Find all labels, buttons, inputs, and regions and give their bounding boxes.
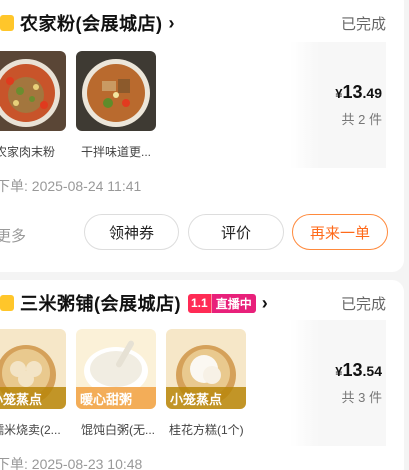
item-image[interactable] [0,51,66,131]
image-banner: 小笼蒸点 [0,392,43,407]
order-list: 农家粉(会展城店) › 已完成 农家肉末粉 干拌味道更... ¥13.49 共 … [0,0,409,470]
shop-name[interactable]: 三米粥铺(会展城店) [20,290,181,316]
order-time: 下单: 2025-08-23 10:48 [0,456,143,470]
shop-icon [0,15,14,31]
item-thumbnails[interactable] [0,51,156,131]
item-image[interactable] [76,51,156,131]
shop-name[interactable]: 农家粉(会展城店) [20,10,163,36]
order-header[interactable]: 三米粥铺(会展城店) 1.1 直播中 › 已完成 [0,288,404,318]
price-summary: ¥13.54 共 3 件 [290,320,386,446]
order-status: 已完成 [340,15,386,33]
noodle-bowl-image [76,51,156,131]
order-price: ¥13.49 [335,82,382,102]
review-button[interactable]: 评价 [188,214,284,250]
reorder-button[interactable]: 再来一单 [292,214,388,250]
shop-icon [0,295,14,311]
image-banner: 暖心甜粥 [80,392,133,407]
item-name[interactable]: 干拌味道更... [81,143,151,160]
claim-coupon-button[interactable]: 领神券 [84,214,179,250]
item-name[interactable]: 馄饨白粥(无... [81,421,155,438]
order-card[interactable]: 农家粉(会展城店) › 已完成 农家肉末粉 干拌味道更... ¥13.49 共 … [0,0,404,272]
item-image[interactable]: 暖心甜粥 [76,329,156,409]
chevron-right-icon[interactable]: › [169,13,175,34]
order-status: 已完成 [340,295,386,313]
noodle-bowl-image [0,51,66,131]
live-streaming-badge[interactable]: 1.1 直播中 [188,293,256,313]
item-name[interactable]: 农家肉末粉 [0,143,55,160]
item-count: 共 3 件 [341,390,382,405]
item-name[interactable]: 桂花方糕(1个) [169,421,244,438]
order-time: 下单: 2025-08-24 11:41 [0,178,142,194]
item-image[interactable]: 小笼蒸点 [166,329,246,409]
image-banner: 小笼蒸点 [170,392,223,407]
item-count: 共 2 件 [341,112,382,127]
order-price: ¥13.54 [335,360,382,380]
item-thumbnails[interactable]: 小笼蒸点 暖心甜粥 [0,329,246,409]
item-image[interactable]: 小笼蒸点 [0,329,66,409]
order-card[interactable]: 三米粥铺(会展城店) 1.1 直播中 › 已完成 小笼蒸点 [0,280,404,470]
chevron-right-icon[interactable]: › [262,293,268,314]
order-header[interactable]: 农家粉(会展城店) › 已完成 [0,8,404,38]
more-button[interactable]: 更多 [0,225,26,246]
price-summary: ¥13.49 共 2 件 [290,42,386,168]
item-name[interactable]: 糯米烧卖(2... [0,421,61,438]
